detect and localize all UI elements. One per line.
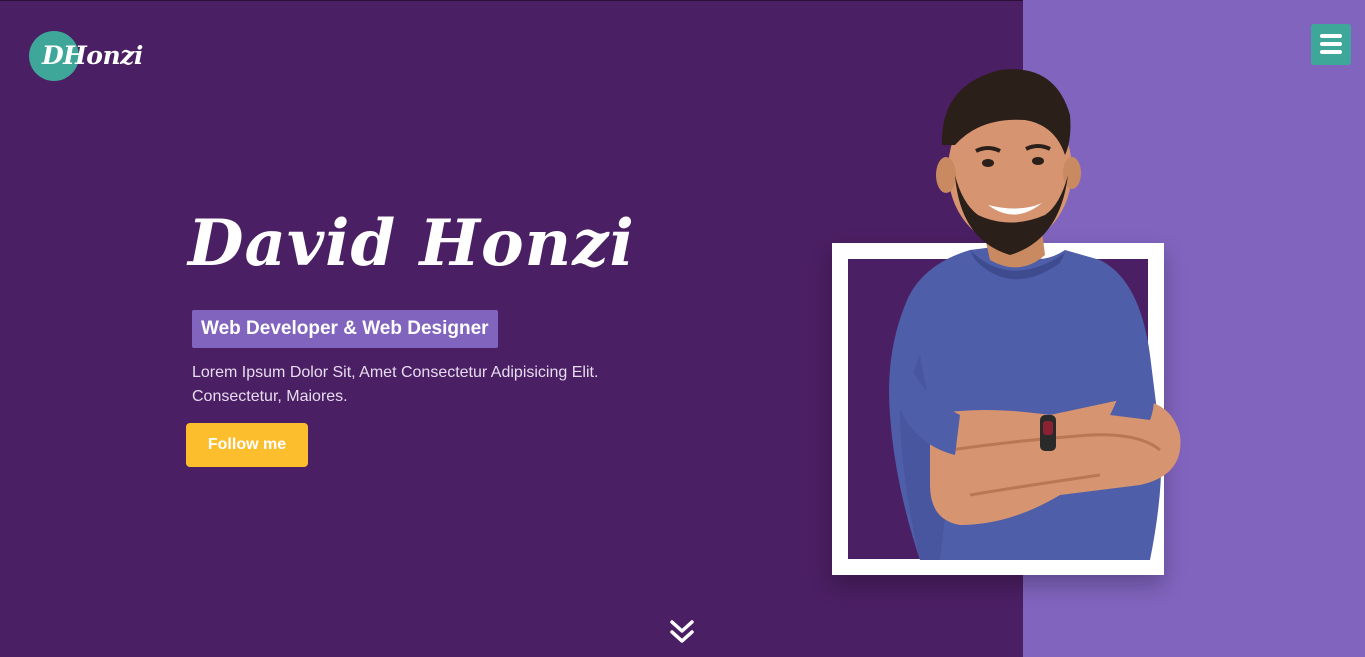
hero-page: DHonzi David Honzi Web Developer & Web D… [0,0,1365,657]
hero-name: David Honzi [188,206,635,281]
follow-me-button[interactable]: Follow me [186,423,308,467]
menu-button[interactable] [1311,24,1351,65]
hamburger-icon [1320,34,1342,38]
double-chevron-down-icon[interactable] [668,618,696,646]
logo-text: DHonzi [42,41,143,70]
hero-description: Lorem Ipsum Dolor Sit, Amet Consectetur … [192,364,599,405]
role-badge: Web Developer & Web Designer [192,310,498,348]
portrait-image [889,69,1181,560]
site-logo[interactable]: DHonzi [29,31,159,83]
hamburger-icon-bar [1320,42,1342,46]
hamburger-icon-bar [1320,50,1342,54]
